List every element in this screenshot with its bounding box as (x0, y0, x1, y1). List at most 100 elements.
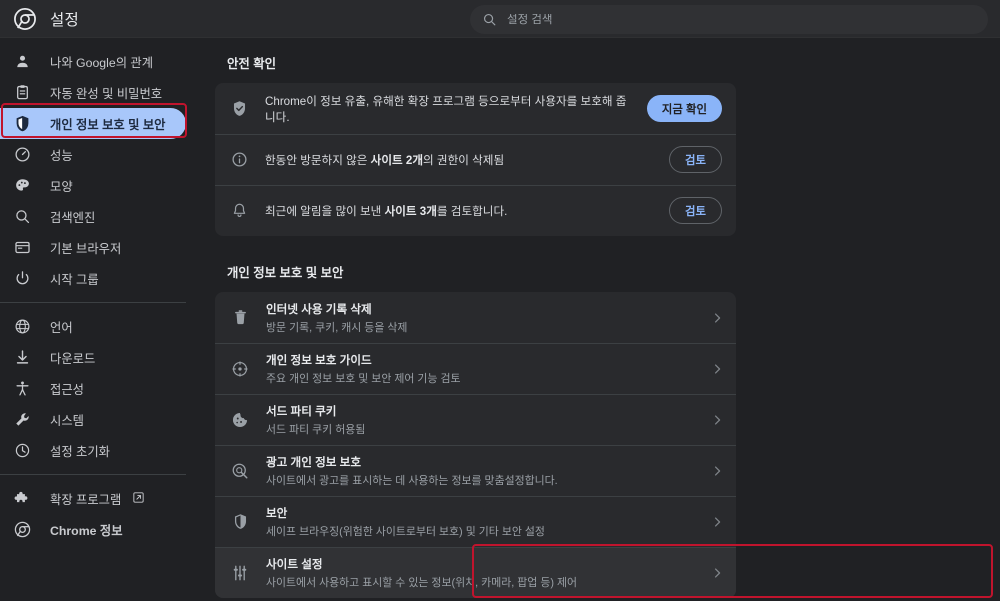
sidebar-item-label: 검색엔진 (50, 210, 96, 225)
privacy-card: 인터넷 사용 기록 삭제 방문 기록, 쿠키, 캐시 등을 삭제 개인 정보 보… (215, 292, 736, 598)
chevron-right-icon (710, 464, 724, 478)
privacy-row-body: 개인 정보 보호 가이드 주요 개인 정보 보호 및 보안 제어 기능 검토 (266, 352, 693, 386)
sidebar-divider-2 (0, 474, 186, 475)
privacy-row-third-party-cookies[interactable]: 서드 파티 쿠키 서드 파티 쿠키 허용됨 (215, 394, 736, 445)
body-row: 나와 Google의 관계 자동 완성 및 비밀번호 개인 정보 보호 및 보안… (0, 38, 1000, 601)
privacy-row-title: 광고 개인 정보 보호 (266, 455, 361, 469)
privacy-row-clear-browsing-data[interactable]: 인터넷 사용 기록 삭제 방문 기록, 쿠키, 캐시 등을 삭제 (215, 292, 736, 343)
safety-check-card: Chrome이 정보 유출, 유해한 확장 프로그램 등으로부터 사용자를 보호… (215, 83, 736, 236)
sidebar-item-on-startup[interactable]: 시작 그룹 (0, 263, 186, 294)
sidebar-item-label: 개인 정보 보호 및 보안 (50, 117, 166, 132)
sidebar-item-performance[interactable]: 성능 (0, 139, 186, 170)
search-icon (482, 12, 497, 27)
sidebar-item-label: 성능 (50, 148, 73, 163)
sidebar-item-label: 시작 그룹 (50, 272, 99, 287)
tune-sliders-icon (231, 564, 249, 582)
privacy-row-body: 광고 개인 정보 보호 사이트에서 광고를 표시하는 데 사용하는 정보를 맞춤… (266, 454, 693, 488)
settings-window: 설정 나와 Google의 관계 (0, 0, 1000, 601)
privacy-row-subtitle: 방문 기록, 쿠키, 캐시 등을 삭제 (266, 321, 408, 334)
privacy-row-title: 개인 정보 보호 가이드 (266, 353, 372, 367)
sidebar-item-label: 기본 브라우저 (50, 241, 122, 256)
sidebar-item-about-chrome[interactable]: Chrome 정보 (0, 514, 186, 545)
palette-icon (14, 177, 31, 194)
sidebar-item-default-browser[interactable]: 기본 브라우저 (0, 232, 186, 263)
download-icon (14, 349, 31, 366)
sidebar-item-you-and-google[interactable]: 나와 Google의 관계 (0, 46, 186, 77)
ad-privacy-icon (231, 462, 249, 480)
sidebar-item-label: 자동 완성 및 비밀번호 (50, 86, 163, 101)
review-notifications-button[interactable]: 검토 (669, 197, 722, 224)
privacy-row-title: 인터넷 사용 기록 삭제 (266, 302, 372, 316)
privacy-row-ad-privacy[interactable]: 광고 개인 정보 보호 사이트에서 광고를 표시하는 데 사용하는 정보를 맞춤… (215, 445, 736, 496)
privacy-row-title: 사이트 설정 (266, 557, 323, 571)
chrome-logo-icon (14, 521, 31, 538)
sidebar-item-reset-settings[interactable]: 설정 초기화 (0, 435, 186, 466)
search-box[interactable] (470, 5, 988, 34)
safety-check-row-text: 한동안 방문하지 않은 사이트 2개의 권한이 삭제됨 (265, 153, 505, 167)
app-header: 설정 (0, 0, 1000, 38)
search-input[interactable] (507, 13, 963, 26)
puzzle-icon (14, 490, 31, 507)
privacy-row-privacy-guide[interactable]: 개인 정보 보호 가이드 주요 개인 정보 보호 및 보안 제어 기능 검토 (215, 343, 736, 394)
search-area (470, 5, 988, 34)
globe-icon (14, 318, 31, 335)
sidebar-item-autofill[interactable]: 자동 완성 및 비밀번호 (0, 77, 186, 108)
sidebar-item-label: 접근성 (50, 382, 84, 397)
bell-icon (231, 202, 248, 219)
privacy-row-site-settings[interactable]: 사이트 설정 사이트에서 사용하고 표시할 수 있는 정보(위치, 카메라, 팝… (215, 547, 736, 598)
external-link-icon[interactable] (132, 491, 145, 507)
privacy-row-subtitle: 사이트에서 사용하고 표시할 수 있는 정보(위치, 카메라, 팝업 등) 제어 (266, 576, 578, 589)
sidebar-item-search-engine[interactable]: 검색엔진 (0, 201, 186, 232)
sidebar-item-label: 다운로드 (50, 351, 96, 366)
check-now-button[interactable]: 지금 확인 (646, 95, 722, 122)
chevron-right-icon (710, 413, 724, 427)
trash-icon (231, 309, 249, 327)
privacy-row-security[interactable]: 보안 세이프 브라우징(위험한 사이트로부터 보호) 및 기타 보안 설정 (215, 496, 736, 547)
history-restore-icon (14, 442, 31, 459)
privacy-row-body: 사이트 설정 사이트에서 사용하고 표시할 수 있는 정보(위치, 카메라, 팝… (266, 556, 693, 590)
privacy-row-subtitle: 세이프 브라우징(위험한 사이트로부터 보호) 및 기타 보안 설정 (266, 525, 545, 538)
privacy-row-body: 인터넷 사용 기록 삭제 방문 기록, 쿠키, 캐시 등을 삭제 (266, 301, 693, 335)
safety-check-row-permissions: 한동안 방문하지 않은 사이트 2개의 권한이 삭제됨 검토 (215, 134, 736, 185)
brand-area: 설정 (0, 7, 205, 30)
gauge-icon (14, 146, 31, 163)
shield-icon (231, 513, 249, 531)
sidebar-item-label: 확장 프로그램 (50, 492, 122, 507)
safety-check-row-notifications: 최근에 알림을 많이 보낸 사이트 3개를 검토합니다. 검토 (215, 185, 736, 236)
sidebar-item-extensions-label-group: 확장 프로그램 (50, 490, 145, 508)
privacy-row-body: 서드 파티 쿠키 서드 파티 쿠키 허용됨 (266, 403, 693, 437)
accessibility-icon (14, 380, 31, 397)
privacy-row-subtitle: 서드 파티 쿠키 허용됨 (266, 423, 366, 436)
cookie-icon (231, 411, 249, 429)
sidebar-item-label: 언어 (50, 320, 73, 335)
compass-guide-icon (231, 360, 249, 378)
sidebar-item-label: 시스템 (50, 413, 84, 428)
page-title: 설정 (50, 11, 79, 29)
safety-check-row-protection: Chrome이 정보 유출, 유해한 확장 프로그램 등으로부터 사용자를 보호… (215, 83, 736, 134)
chrome-logo-icon (14, 7, 36, 30)
privacy-row-title: 서드 파티 쿠키 (266, 404, 337, 418)
shield-icon (14, 115, 31, 132)
sidebar-divider-1 (0, 302, 186, 303)
wrench-icon (14, 411, 31, 428)
privacy-row-title: 보안 (266, 506, 288, 520)
sidebar-item-privacy-security[interactable]: 개인 정보 보호 및 보안 (0, 108, 186, 139)
sidebar-item-system[interactable]: 시스템 (0, 404, 186, 435)
browser-window-icon (14, 239, 31, 256)
sidebar-item-accessibility[interactable]: 접근성 (0, 373, 186, 404)
sidebar-item-appearance[interactable]: 모양 (0, 170, 186, 201)
sidebar-item-label: Chrome 정보 (50, 523, 123, 538)
sidebar-item-languages[interactable]: 언어 (0, 311, 186, 342)
chevron-right-icon (710, 515, 724, 529)
power-icon (14, 270, 31, 287)
sidebar-item-downloads[interactable]: 다운로드 (0, 342, 186, 373)
clipboard-icon (14, 84, 31, 101)
info-circle-icon (231, 151, 248, 168)
review-permissions-button[interactable]: 검토 (669, 146, 722, 173)
chevron-right-icon (710, 311, 724, 325)
sidebar-item-label: 나와 Google의 관계 (50, 55, 154, 70)
search-icon (14, 208, 31, 225)
shield-check-icon (231, 100, 248, 117)
sidebar-item-extensions[interactable]: 확장 프로그램 (0, 483, 186, 514)
main-content: 안전 확인 Chrome이 정보 유출, 유해한 확장 프로그램 등으로부터 사… (205, 38, 1000, 601)
